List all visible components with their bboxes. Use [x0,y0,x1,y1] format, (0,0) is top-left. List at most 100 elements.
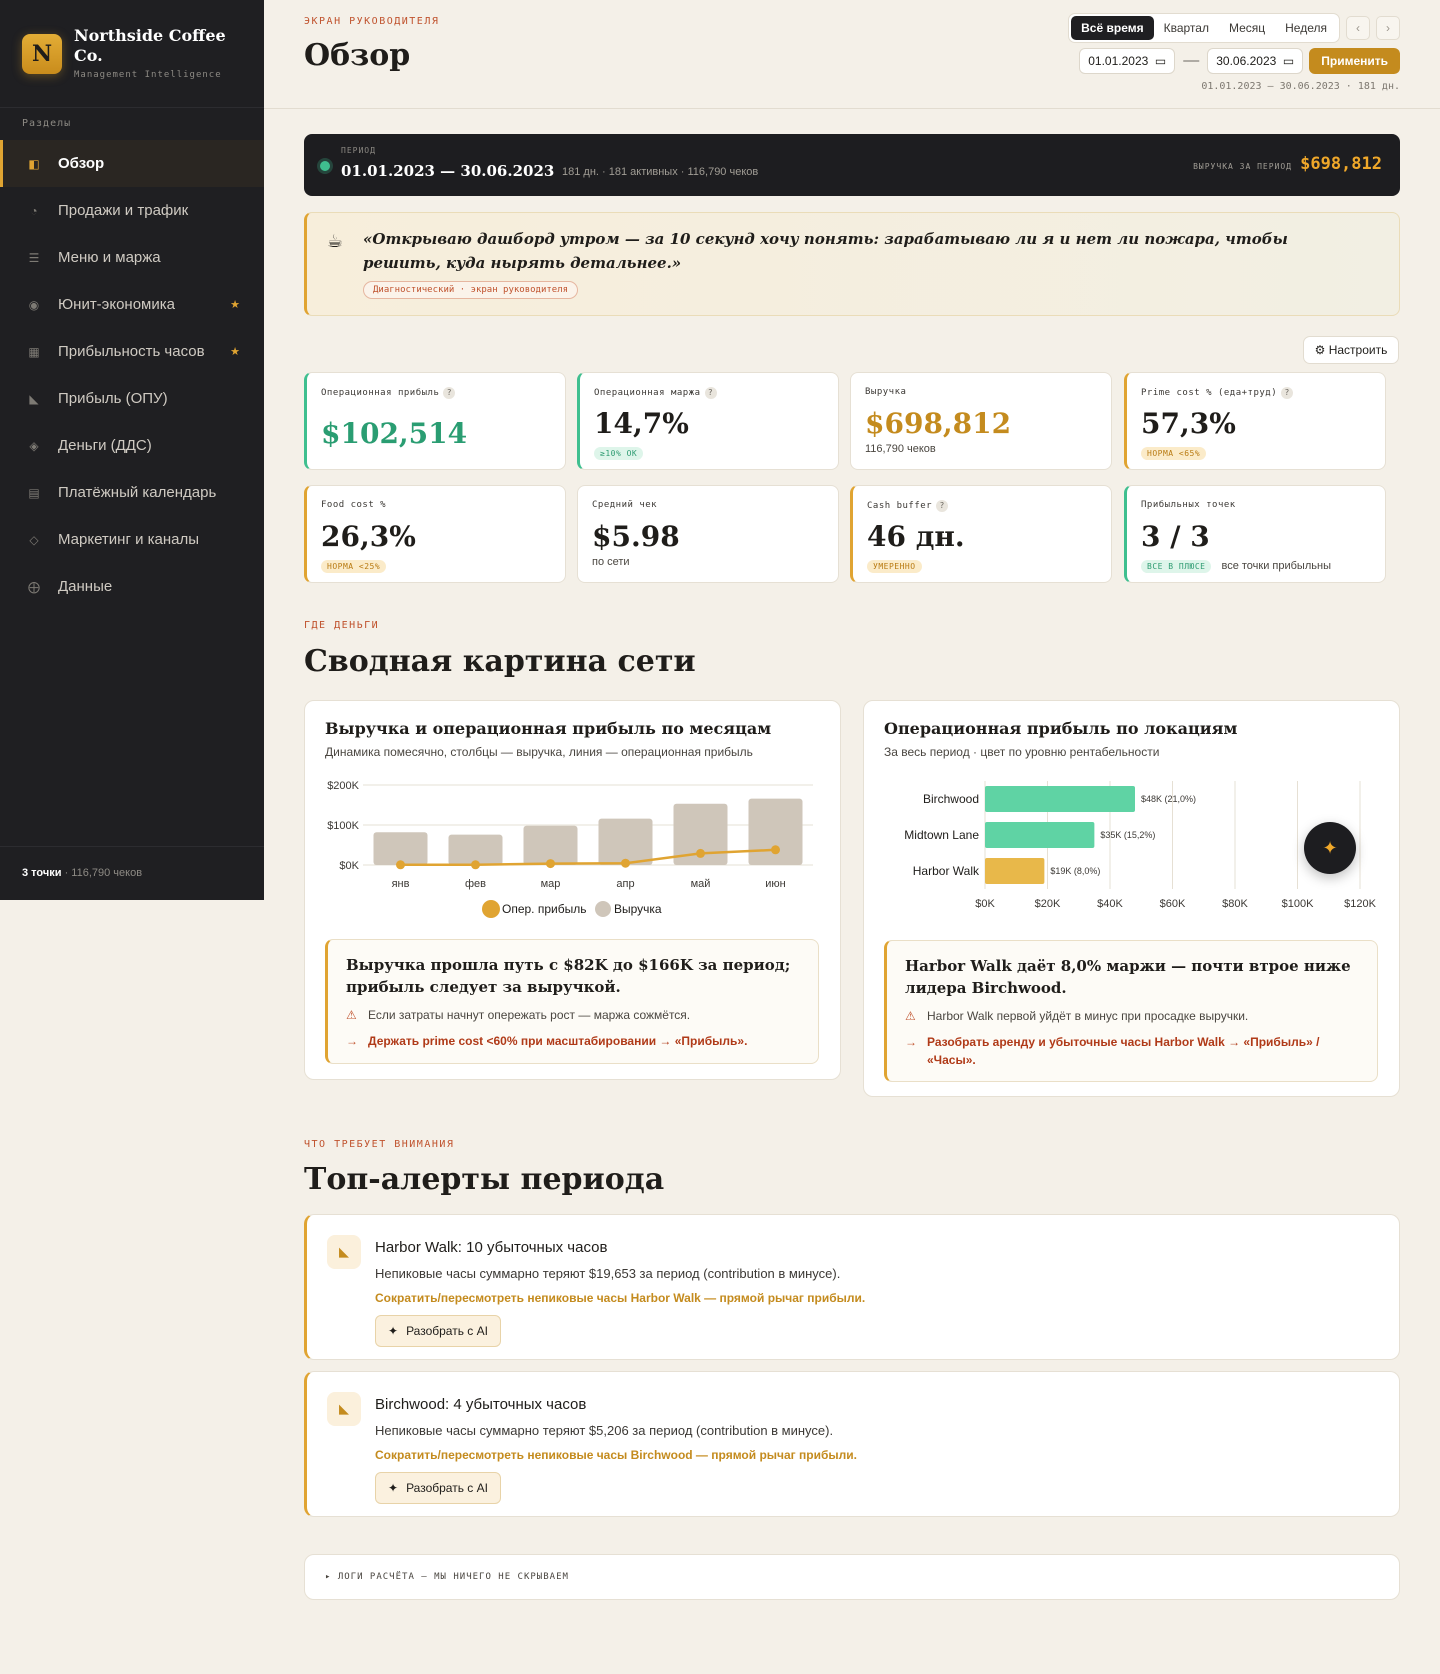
kpi-value: $5.98 [592,520,680,553]
sidebar-item[interactable]: ◧ Обзор [0,140,264,187]
period-tab[interactable]: Месяц [1219,16,1275,40]
kpi-status: ≥10% OK [594,443,644,461]
alert-action[interactable]: Сократить/пересмотреть непиковые часы Ha… [375,1291,865,1305]
insight-box: Harbor Walk даёт 8,0% маржи — почти втро… [884,940,1378,1082]
sidebar-footer: 3 точки · 116,790 чеков [0,846,264,900]
section-kicker: ЧТО ТРЕБУЕТ ВНИМАНИЯ [304,1139,455,1150]
sidebar-item[interactable]: ◉ Юнит-экономика ★ [0,281,264,328]
help-icon[interactable]: ? [443,387,456,399]
page-header: ЭКРАН РУКОВОДИТЕЛЯ Обзор Всё время Кварта… [304,0,1400,108]
date-to-input[interactable]: 30.06.2023 ▭ [1207,48,1304,74]
kpi-label: Cash buffer? [867,500,949,512]
alert-text: Непиковые часы суммарно теряют $19,653 з… [375,1266,841,1281]
sidebar-item[interactable]: ▦ Прибыльность часов ★ [0,328,264,375]
kpi-label-text: Средний чек [592,500,658,510]
configure-button[interactable]: ⚙ Настроить [1303,336,1399,364]
next-period-button[interactable]: › [1376,16,1400,40]
calendar-icon: ▭ [1154,54,1167,68]
calendar-icon: ▤ [28,485,40,500]
sidebar-item-label: Данные [58,578,113,595]
profit-point [396,860,405,870]
kpi-card[interactable]: Операционная прибыль? $102,514 [304,372,566,470]
kpi-card[interactable]: Операционная маржа? 14,7% ≥10% OK [577,372,839,470]
sidebar-item[interactable]: ◣ Прибыль (ОПУ) [0,375,264,422]
quote-text: «Открываю дашборд утром — за 10 секунд х… [363,230,1288,272]
kpi-label: Food cost % [321,500,386,510]
layout-icon: ◧ [28,156,40,171]
sidebar-item[interactable]: ◔ Продажи и трафик [0,187,264,234]
location-label: Harbor Walk [913,864,980,878]
kpi-card[interactable]: Прибыльных точек 3 / 3 ВСЕ В ПЛЮСЕ все точк… [1124,485,1386,583]
date-from-input[interactable]: 01.01.2023 ▭ [1079,48,1176,74]
sidebar-item[interactable]: ⨁ Данные [0,563,264,610]
date-caption: 01.01.2023 – 30.06.2023 · 181 дн. [1201,81,1400,92]
ai-assistant-button[interactable]: ✦ [1304,822,1356,874]
insight-action[interactable]: → Разобрать аренду и убыточные часы Harbo… [887,1025,1377,1069]
star-icon: ★ [230,299,240,311]
kpi-label: Операционная прибыль? [321,387,456,399]
database-icon: ⨁ [28,579,40,594]
brand-name: Northside Coffee Co. [74,26,226,65]
kpi-card[interactable]: Food cost % 26,3% НОРМА <25% [304,485,566,583]
warning-icon: ⚠ [346,1008,357,1022]
date-from-value: 01.01.2023 [1088,54,1149,68]
ask-ai-button[interactable]: ✦ Разобрать с AI [375,1315,501,1347]
rhombus-icon: ◇ [29,532,39,547]
insight-title: Выручка прошла путь с $82K до $166K за п… [346,956,791,996]
prev-period-button[interactable]: ‹ [1346,16,1370,40]
sidebar-item[interactable]: ▤ Платёжный календарь [0,469,264,516]
period-tab[interactable]: Квартал [1154,16,1219,40]
date-range: 01.01.2023 ▭ — 30.06.2023 ▭ Применить [1079,48,1400,74]
sidebar-section-label: Разделы [22,118,72,129]
revenue-value: $698,812 [1300,154,1382,174]
section-title: Сводная картина сети [304,644,696,679]
alert-action[interactable]: Сократить/пересмотреть непиковые часы Bi… [375,1448,857,1462]
help-icon[interactable]: ? [704,387,717,399]
sidebar-item[interactable]: ☰ Меню и маржа [0,234,264,281]
kpi-card[interactable]: Cash buffer? 46 дн. УМЕРЕННО [850,485,1112,583]
sidebar-item-label: Прибыльность часов [58,343,205,360]
section-kicker: ГДЕ ДЕНЬГИ [304,620,380,631]
kpi-card[interactable]: Средний чек $5.98 по сети [577,485,839,583]
help-icon[interactable]: ? [1281,387,1294,399]
sidebar-item-label: Меню и маржа [58,249,161,266]
brand-subtitle: Management Intelligence [74,70,222,80]
y-tick-label: $0K [339,860,359,872]
kpi-status: ВСЕ В ПЛЮСЕ все точки прибыльны [1141,556,1331,574]
brand-logo: N [22,34,62,74]
brand[interactable]: N Northside Coffee Co. Management Intell… [0,0,264,108]
ask-ai-button[interactable]: ✦ Разобрать с AI [375,1472,501,1504]
kpi-label-text: Операционная прибыль [321,388,440,398]
kpi-label: Прибыльных точек [1141,500,1236,510]
help-icon[interactable]: ? [936,500,949,512]
legend-swatch-revenue [595,901,611,917]
revenue-bar [598,818,653,865]
profit-point [696,848,705,858]
kpi-card[interactable]: Выручка $698,812 116,790 чеков [850,372,1112,470]
profit-point [546,859,555,869]
insight-box: Выручка прошла путь с $82K до $166K за п… [325,939,819,1064]
alert-title: Harbor Walk: 10 убыточных часов [375,1239,608,1256]
status-badge: НОРМА <65% [1141,447,1207,460]
sidebar-item[interactable]: ◇ Маркетинг и каналы [0,516,264,563]
revenue-label: ВЫРУЧКА ЗА ПЕРИОД [1193,162,1292,171]
calculation-logs-toggle[interactable]: ▸ ЛОГИ РАСЧЁТА — МЫ НИЧЕГО НЕ СКРЫВАЕМ [304,1554,1400,1600]
apply-button[interactable]: Применить [1309,48,1400,74]
kpi-label-text: Prime cost % (еда+труд) [1141,388,1278,398]
arrow-icon: → [346,1034,358,1048]
insight-action[interactable]: → Держать prime cost <60% при масштабиров… [328,1024,818,1050]
legend-label-revenue: Выручка [614,902,662,916]
period-tab[interactable]: Всё время [1071,16,1154,40]
kpi-label-text: Cash buffer [867,501,933,511]
kpi-label-text: Операционная маржа [594,388,701,398]
monthly-chart-card: Выручка и операционная прибыль по месяца… [304,700,841,1080]
kpi-label: Операционная маржа? [594,387,717,399]
legend-label-profit: Опер. прибыль [502,902,586,916]
sidebar-item-label: Платёжный календарь [58,484,217,501]
sidebar-item[interactable]: ◈ Деньги (ДДС) [0,422,264,469]
period-tab[interactable]: Неделя [1275,16,1337,40]
sidebar-item-label: Юнит-экономика [58,296,175,313]
insight-warning: ⚠ Если затраты начнут опережать рост — ма… [328,998,818,1024]
kpi-card[interactable]: Prime cost % (еда+труд)? 57,3% НОРМА <65% [1124,372,1386,470]
status-badge: ВСЕ В ПЛЮСЕ [1141,560,1212,573]
